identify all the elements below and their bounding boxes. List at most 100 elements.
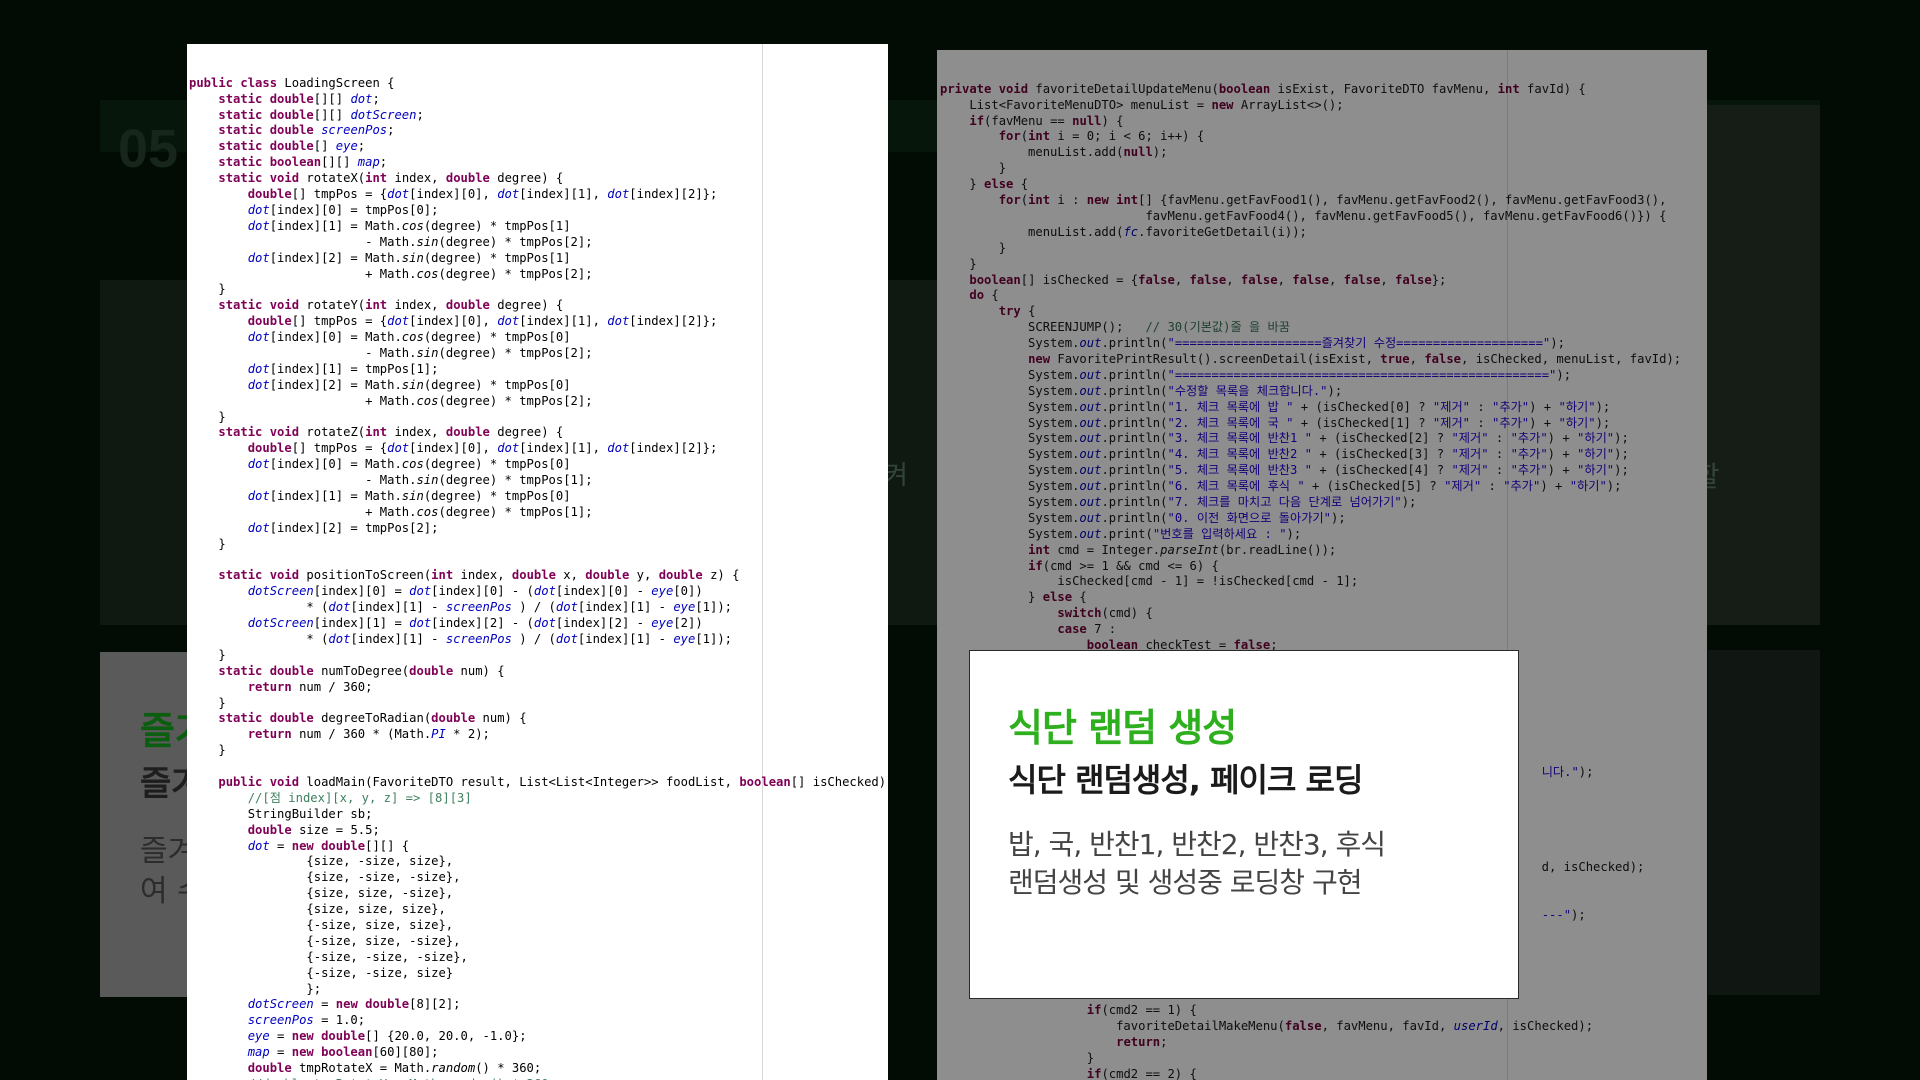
code-token: ); <box>1614 463 1629 478</box>
code-token: "추가" <box>1492 415 1530 430</box>
code-token: int <box>365 298 395 313</box>
code-token: boolean <box>739 775 791 789</box>
code-token: "7. 체크를 마치고 다음 단계로 넘어가기" <box>1167 494 1402 509</box>
code-token: isExist, FavoriteDTO favMenu, <box>1277 81 1498 96</box>
code-token: eye <box>651 584 674 599</box>
code-token: cos <box>401 330 424 345</box>
code-token: dot <box>247 218 270 233</box>
code-token: System. <box>940 479 1080 494</box>
code-token: menuList.add( <box>940 145 1124 160</box>
code-line: - Math.sin(degree) * tmpPos[2]; <box>189 346 888 362</box>
code-line: int cmd = Integer.parseInt(br.readLine()… <box>940 543 1707 559</box>
code-token: ); <box>1330 510 1346 525</box>
code-token: map <box>247 1045 270 1060</box>
code-token: , <box>1328 272 1344 287</box>
code-token: dot <box>247 361 270 376</box>
code-token: boolean <box>969 272 1021 287</box>
code-token: cos <box>416 266 439 281</box>
code-line: dotScreen[index][0] = dot[index][0] - (d… <box>189 584 888 600</box>
code-token: double <box>658 568 711 583</box>
code-line: System.out.println("수정할 목록을 체크합니다."); <box>940 384 1707 400</box>
code-token: num / 360; <box>299 679 373 694</box>
code-token: dot <box>328 600 351 615</box>
code-token: rotateX( <box>306 171 366 186</box>
code-token: System. <box>940 526 1080 541</box>
code-token: double <box>247 441 292 456</box>
code-token: dot <box>607 441 630 456</box>
code-token: num / 360 * (Math. <box>299 727 432 742</box>
code-token: out <box>1079 463 1102 478</box>
code-token: ); <box>1152 145 1168 160</box>
code-token: sin <box>401 377 424 392</box>
code-token: System. <box>940 463 1080 478</box>
code-token: [index][0] = Math. <box>269 330 402 345</box>
code-token: y, <box>636 568 659 583</box>
code-token: favoriteDetailMakeMenu( <box>940 1019 1285 1034</box>
code-line: new FavoritePrintResult().screenDetail(i… <box>940 352 1707 368</box>
code-token: { <box>1020 177 1029 192</box>
code-token: int <box>1497 81 1528 96</box>
code-line: double[] tmpPos = {dot[index][0], dot[in… <box>189 441 888 457</box>
code-token: { <box>1028 304 1036 319</box>
code-token: ) / ( <box>511 600 556 615</box>
code-token: (cmd2 == 2) { <box>1101 1067 1197 1080</box>
code-token: , isChecked); <box>1497 1019 1594 1034</box>
code-token: ) + <box>1547 431 1578 446</box>
code-token: } <box>940 177 985 192</box>
code-line: List<FavoriteMenuDTO> menuList = new Arr… <box>940 98 1707 114</box>
code-token: "추가" <box>1510 431 1548 446</box>
code-token: num) { <box>460 663 505 678</box>
code-token: = <box>313 997 336 1012</box>
code-line: {-size, -size, -size}, <box>189 950 888 966</box>
code-token: {-size, -size, size} <box>189 965 454 980</box>
code-token: return <box>247 679 300 694</box>
code-token: cos <box>401 218 424 233</box>
code-line: static double numToDegree(double num) { <box>189 664 888 680</box>
code-token: [index][2]}; <box>629 314 718 329</box>
code-token: [index][0], <box>409 187 498 202</box>
code-token: , <box>1380 272 1396 287</box>
code-token: ); <box>1614 431 1629 446</box>
code-token: }; <box>1431 272 1447 287</box>
code-token: .println( <box>1101 415 1168 430</box>
code-token: + Math. <box>189 266 417 281</box>
code-token: .println( <box>1101 463 1168 478</box>
code-line: static double[] eye; <box>189 139 888 155</box>
code-token: .println( <box>1101 479 1168 494</box>
code-line: {-size, -size, size} <box>189 966 888 982</box>
code-token: ; <box>416 107 424 122</box>
code-token: "=======================================… <box>1167 367 1557 382</box>
code-token: sin <box>416 345 439 360</box>
code-token: ) / ( <box>511 631 556 646</box>
code-token: dot <box>497 314 520 329</box>
code-token: } <box>189 695 226 710</box>
code-token: .println( <box>1101 336 1168 351</box>
code-token: [index][1] = <box>313 616 410 631</box>
code-token: out <box>1079 526 1102 541</box>
code-line: do { <box>940 288 1707 304</box>
code-line: }; <box>189 982 888 998</box>
code-token: index, <box>394 171 446 186</box>
code-token: degreeToRadian( <box>321 711 432 726</box>
code-line: dot[index][0] = Math.cos(degree) * tmpPo… <box>189 457 888 473</box>
code-token: ); <box>1286 526 1302 541</box>
code-token: {-size, size, -size}, <box>189 933 461 948</box>
code-token: dot <box>555 631 578 646</box>
feature-info-card: 식단 랜덤 생성 식단 랜덤생성, 페이크 로딩 밥, 국, 반찬1, 반찬2,… <box>969 650 1519 999</box>
code-token: dot <box>387 441 410 456</box>
code-line: dot[index][0] = Math.cos(degree) * tmpPo… <box>189 330 888 346</box>
code-token: positionToScreen( <box>306 568 432 583</box>
code-token: "추가" <box>1503 479 1541 494</box>
code-token: else <box>1042 590 1080 605</box>
code-line: boolean[] isChecked = {false, false, fal… <box>940 273 1707 289</box>
code-token: + (isChecked[0] ? <box>1293 399 1433 414</box>
code-token: [][] <box>321 155 358 170</box>
code-token: , isChecked, menuList, favId); <box>1461 351 1682 366</box>
code-token: else <box>984 177 1021 192</box>
